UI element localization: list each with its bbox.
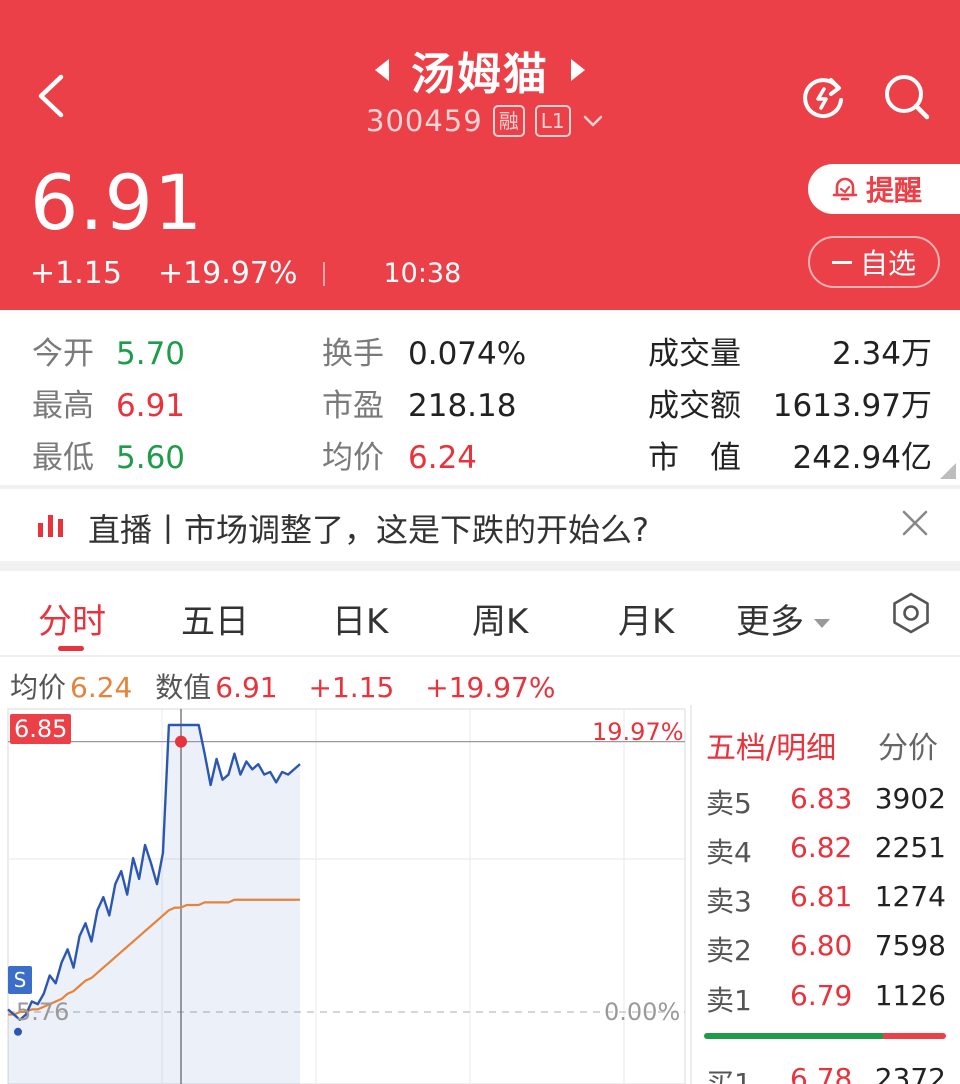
pct-label-top: 19.97% (592, 718, 684, 746)
price-label-bottom: 5.76 (16, 998, 70, 1026)
value-change-pct: +19.97% (425, 671, 556, 704)
low-marker-dot (14, 1027, 22, 1036)
stat-mktcap-label: 市 值 (648, 440, 741, 476)
stat-amount-label: 成交额 (648, 388, 741, 424)
remind-label: 提醒 (866, 174, 923, 207)
quote-header: 汤姆猫 300459 融 L1 6.91 +1.15 +19.97% 10:38… (0, 0, 960, 310)
chevron-down-icon (583, 115, 602, 127)
stat-mktcap: 242.94亿 (792, 440, 932, 476)
next-stock-icon[interactable] (571, 59, 585, 81)
buy-sell-ratio-bar (704, 1033, 946, 1039)
tab-five-day[interactable]: 五日 (181, 594, 249, 643)
current-price: 6.91 (30, 158, 204, 247)
value-label: 数值 (155, 671, 212, 704)
stat-volume: 2.34万 (831, 336, 932, 372)
refresh-icon[interactable] (798, 72, 848, 122)
stock-code-row[interactable]: 300459 融 L1 (366, 104, 605, 138)
tab-weekly-k[interactable]: 周K (472, 594, 528, 643)
price-change: +1.15 (30, 256, 122, 291)
news-text[interactable]: 直播丨市场调整了，这是下跌的开始么? (88, 505, 649, 551)
stat-pe: 市盈 218.18 (322, 388, 517, 424)
watchlist-button[interactable]: 自选 (808, 236, 940, 288)
tab-more[interactable]: 更多 (736, 594, 830, 643)
pct-label-zero: 0.00% (604, 998, 681, 1026)
bell-icon (832, 177, 858, 201)
minus-icon (831, 260, 852, 264)
stat-avg: 均价 6.24 (322, 440, 478, 476)
divider (0, 655, 960, 657)
tab-daily-k[interactable]: 日K (332, 594, 388, 643)
stat-amount: 1613.97万 (772, 388, 932, 424)
buy-ratio-fill (704, 1033, 884, 1039)
level-tag: L1 (534, 105, 571, 137)
active-tab-indicator (58, 646, 84, 651)
stat-open: 今开 5.70 (32, 336, 186, 372)
close-icon[interactable] (898, 506, 932, 540)
price-area-fill (8, 725, 300, 1084)
section-gap (0, 561, 960, 571)
value-change: +1.15 (308, 671, 395, 704)
avg-value: 6.24 (70, 671, 133, 704)
tab-price-distribution[interactable]: 分价 (878, 723, 938, 767)
crosshair-price-flag: 6.85 (10, 714, 72, 744)
stat-high: 最高 6.91 (32, 388, 186, 424)
search-icon[interactable] (882, 72, 932, 122)
caret-down-icon (814, 619, 830, 628)
change-row: +1.15 +19.97% 10:38 (30, 256, 461, 291)
expand-corner-icon[interactable] (940, 463, 956, 479)
tab-monthly-k[interactable]: 月K (618, 594, 674, 643)
stat-low: 最低 5.60 (32, 440, 186, 476)
crosshair-dot (175, 735, 187, 748)
tab-intraday[interactable]: 分时 (38, 594, 106, 643)
tab-orderbook-detail[interactable]: 五档/明细 (706, 723, 836, 767)
value-value: 6.91 (215, 671, 278, 704)
crosshair-quote-line: 均价 6.24 数值 6.91 +1.15 +19.97% (10, 666, 555, 706)
divider (323, 261, 326, 286)
stats-panel[interactable]: 今开 5.70 最高 6.91 最低 5.60 换手 0.074% 市盈 218.18 均… (0, 310, 960, 485)
stat-turnover: 换手 0.074% (322, 336, 527, 372)
settings-icon[interactable] (889, 591, 933, 635)
stock-name: 汤姆猫 (411, 49, 549, 100)
margin-tag: 融 (492, 105, 525, 137)
remind-button[interactable]: 提醒 (808, 164, 960, 214)
live-bars-icon (38, 515, 63, 537)
intraday-chart[interactable] (0, 705, 690, 1084)
stock-code: 300459 (366, 104, 483, 138)
quote-time: 10:38 (383, 258, 462, 289)
signal-badge[interactable]: S (8, 966, 32, 994)
sell-ratio-fill (883, 1033, 946, 1039)
avg-label: 均价 (10, 671, 67, 704)
watchlist-label: 自选 (859, 247, 916, 280)
price-change-pct: +19.97% (157, 256, 298, 291)
tab-more-label: 更多 (736, 602, 804, 642)
prev-stock-icon[interactable] (375, 59, 389, 81)
stat-volume-label: 成交量 (648, 336, 741, 372)
